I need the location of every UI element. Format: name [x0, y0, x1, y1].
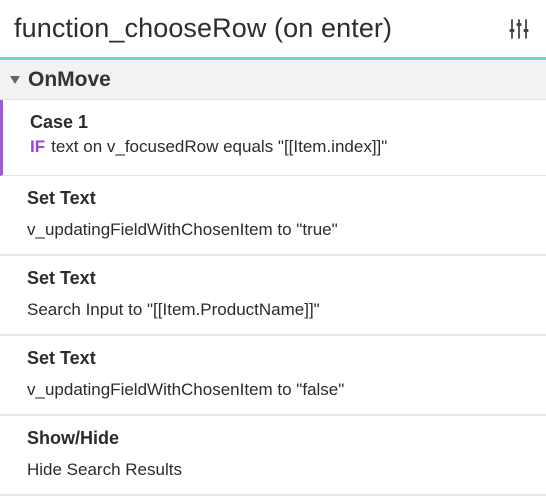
- action-set-text-2[interactable]: Set Text Search Input to "[[Item.Product…: [0, 256, 546, 336]
- event-name: OnMove: [28, 67, 111, 91]
- action-show-hide[interactable]: Show/Hide Hide Search Results: [0, 416, 546, 496]
- case-condition: IF text on v_focusedRow equals "[[Item.in…: [30, 134, 546, 160]
- action-detail: Search Input to "[[Item.ProductName]]": [27, 300, 320, 319]
- action-detail: v_updatingFieldWithChosenItem to "true": [27, 220, 338, 239]
- action-detail: v_updatingFieldWithChosenItem to "false": [27, 380, 345, 399]
- event-onmove[interactable]: OnMove: [0, 60, 546, 100]
- sliders-icon: [509, 18, 529, 39]
- case-title: Case 1: [30, 112, 89, 132]
- caret-down-icon[interactable]: [8, 73, 22, 87]
- interaction-panel: function_chooseRow (on enter) OnMove Cas…: [0, 0, 546, 500]
- action-detail: Hide Search Results: [27, 460, 182, 479]
- settings-button[interactable]: [506, 16, 532, 42]
- condition-text: text on v_focusedRow equals "[[Item.inde…: [51, 137, 388, 156]
- case-1[interactable]: Case 1 IF text on v_focusedRow equals "[[…: [0, 100, 546, 176]
- action-type: Set Text: [27, 268, 96, 288]
- page-title: function_chooseRow (on enter): [14, 13, 393, 43]
- panel-header: function_chooseRow (on enter): [0, 0, 546, 60]
- action-set-text-3[interactable]: Set Text v_updatingFieldWithChosenItem t…: [0, 336, 546, 416]
- action-type: Show/Hide: [27, 428, 120, 448]
- if-keyword: IF: [30, 137, 46, 156]
- action-type: Set Text: [27, 188, 96, 208]
- action-set-text-1[interactable]: Set Text v_updatingFieldWithChosenItem t…: [0, 176, 546, 256]
- action-type: Set Text: [27, 348, 96, 368]
